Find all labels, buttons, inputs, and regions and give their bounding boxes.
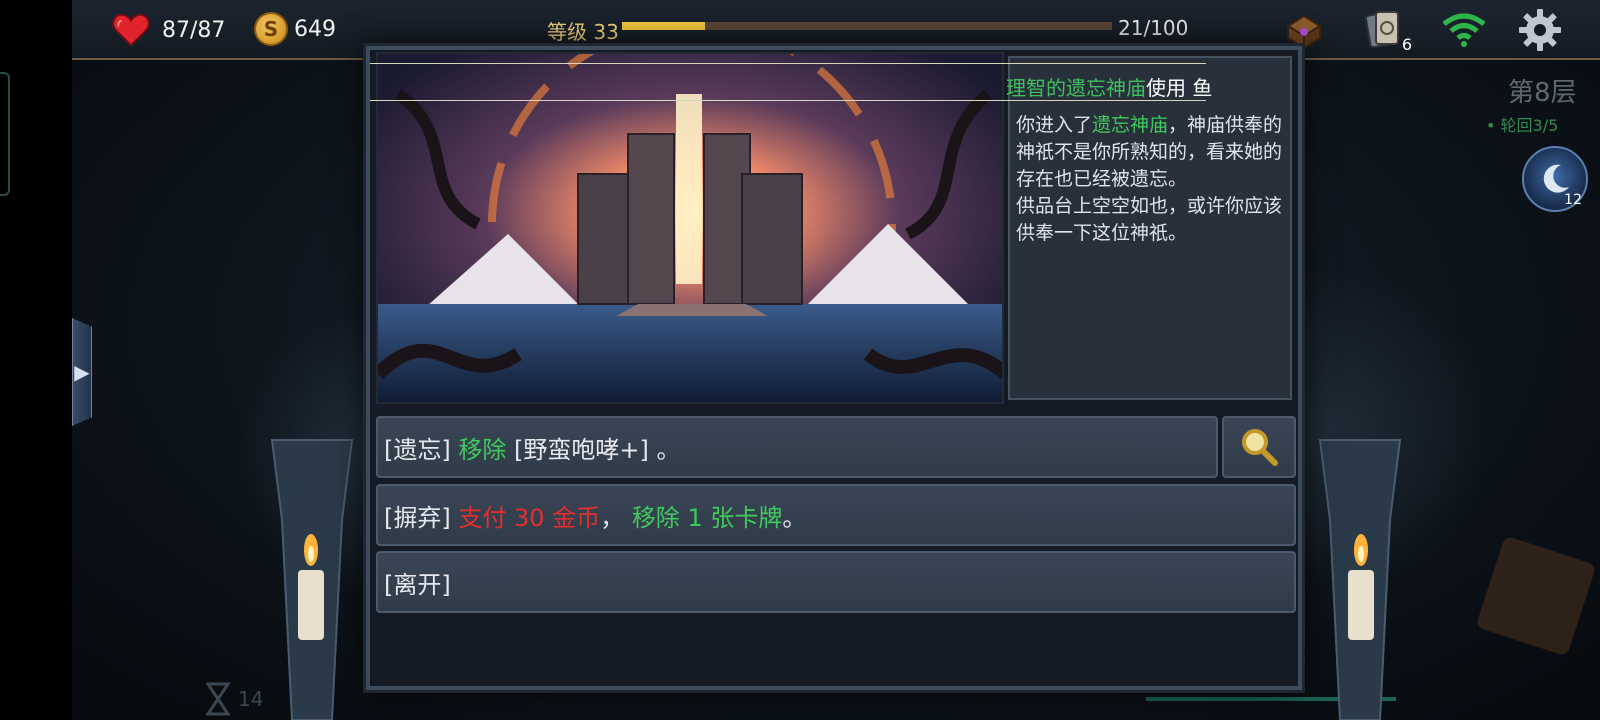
xp-bar-fill (622, 22, 706, 30)
moon-icon[interactable]: 12 (1522, 146, 1588, 212)
deck-count: 6 (1401, 35, 1412, 54)
choice-tag: [离开] (384, 570, 451, 599)
choice-tag: [摒弃] (384, 503, 451, 532)
magnifier-icon (1242, 429, 1278, 466)
gold-value: 649 (294, 16, 336, 42)
event-title: 理智的遗忘神庙使用 鱼 (1006, 72, 1212, 101)
choice-sep: ， (600, 503, 625, 532)
wifi-icon (1442, 8, 1486, 52)
desc-p1-prefix: 你进入了 (1016, 114, 1093, 136)
coin-icon: S (254, 12, 288, 46)
candle-pillar-left (270, 439, 354, 720)
floor-label: 第8层 (1508, 78, 1577, 108)
hourglass-counter: 14 (206, 682, 263, 716)
choice-leave[interactable]: [离开] (376, 551, 1296, 613)
desc-p2: 供品台上空空如也，或许你应该供奉一下这位神祇。 (1016, 195, 1283, 244)
gear-icon[interactable] (1518, 8, 1562, 52)
moon-count: 12 (1564, 192, 1582, 208)
choice-red: 支付 30 金币 (458, 503, 601, 532)
side-panel-toggle[interactable]: ▶ (72, 318, 92, 426)
candle-pillar-right (1318, 439, 1402, 720)
choice-green: 移除 (458, 435, 507, 464)
xp-bar (622, 22, 1112, 30)
hourglass-count: 14 (238, 687, 264, 711)
choice-text: [野蛮咆哮+] (514, 435, 649, 464)
event-description: 你进入了遗忘神庙，神庙供奉的神祇不是你所熟知的，看来她的存在也已经被遗忘。 供品… (1016, 112, 1288, 247)
desc-p1-highlight: 遗忘神庙 (1092, 114, 1169, 136)
hourglass-icon (206, 682, 230, 716)
coin-letter: S (263, 17, 279, 41)
gold-display: S 649 (254, 12, 336, 46)
heart-icon (112, 13, 150, 47)
level-label: 等级 33 (547, 20, 619, 44)
event-title-white: 使用 鱼 (1146, 76, 1213, 100)
temple-illustration (376, 52, 1004, 404)
choice-tag: [遗忘] (384, 435, 451, 464)
chevron-right-icon: ▶ (74, 360, 90, 384)
hp-display: 87/87 (112, 12, 225, 48)
inspect-button[interactable] (1222, 416, 1296, 478)
choice-green: 移除 1 张卡牌 (631, 503, 783, 532)
xp-value: 21/100 (1118, 16, 1189, 40)
choice-forget[interactable]: [遗忘] 移除 [野蛮咆哮+] 。 (376, 416, 1218, 478)
choice-discard[interactable]: [摒弃] 支付 30 金币， 移除 1 张卡牌。 (376, 484, 1296, 546)
cycle-label: • 轮回3/5 (1486, 116, 1559, 135)
hp-value: 87/87 (162, 17, 226, 43)
choice-end: 。 (782, 503, 807, 532)
choice-end: 。 (656, 435, 681, 464)
event-title-green: 理智的遗忘神庙 (1006, 76, 1146, 100)
card-deck-icon[interactable]: 6 (1362, 8, 1412, 54)
side-panel-edge (0, 72, 10, 196)
